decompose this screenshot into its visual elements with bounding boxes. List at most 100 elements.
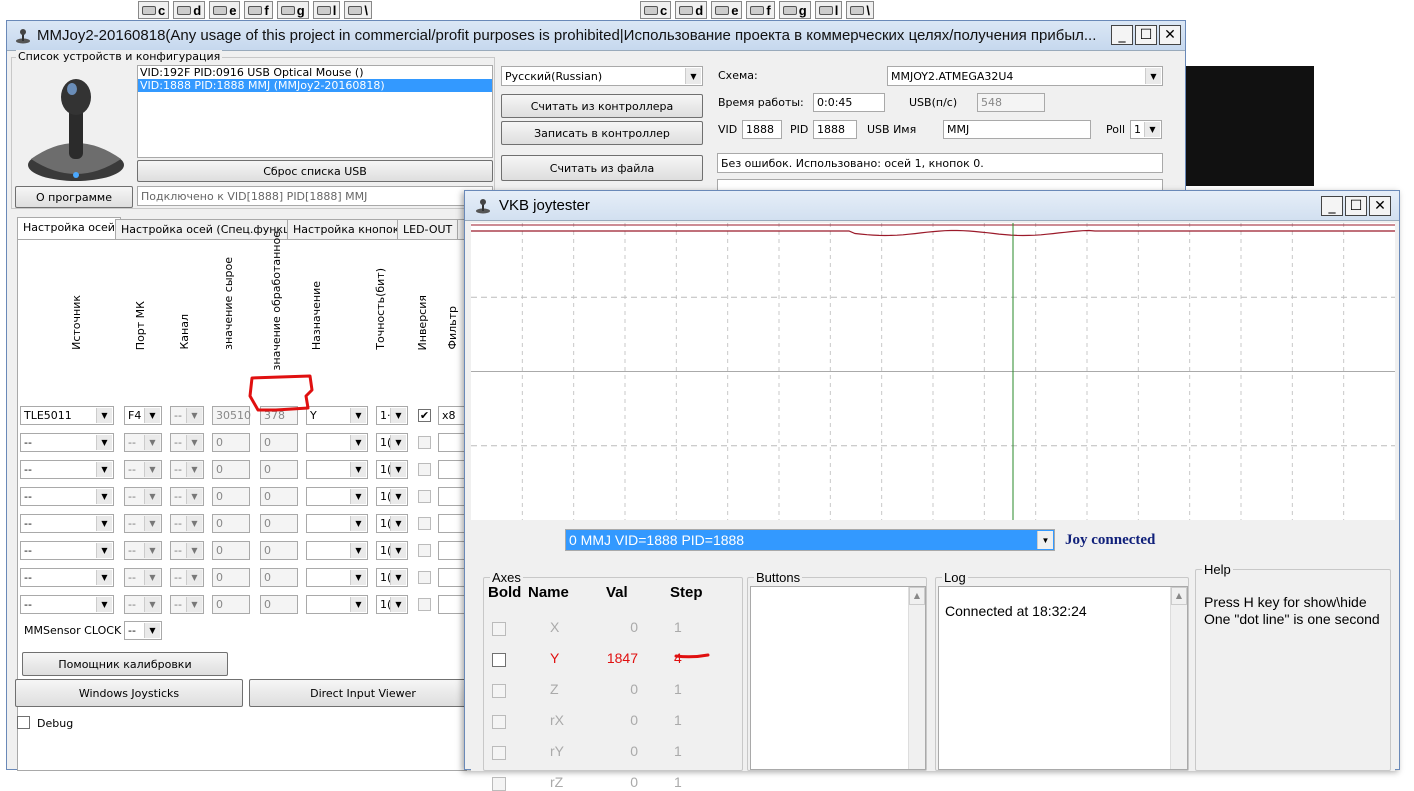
vid-field[interactable]: 1888 xyxy=(742,120,782,139)
tab-1[interactable]: Настройка осей (Спец.функции) xyxy=(115,219,316,239)
port-select[interactable]: -- ▼ xyxy=(124,514,162,533)
read-file-button[interactable]: Считать из файла xyxy=(501,155,703,181)
drive-button[interactable]: e xyxy=(711,1,743,19)
invert-checkbox[interactable] xyxy=(418,598,431,611)
source-select[interactable]: -- ▼ xyxy=(20,514,114,533)
mmsensor-select[interactable]: -- ▼ xyxy=(124,621,162,640)
drive-button[interactable]: f xyxy=(244,1,273,19)
source-select[interactable]: -- ▼ xyxy=(20,487,114,506)
port-select[interactable]: -- ▼ xyxy=(124,568,162,587)
drive-button[interactable]: e xyxy=(209,1,241,19)
poll-select[interactable]: 1 ▼ xyxy=(1130,120,1162,139)
source-select[interactable]: -- ▼ xyxy=(20,568,114,587)
read-controller-button[interactable]: Считать из контроллера xyxy=(501,94,703,118)
invert-checkbox[interactable] xyxy=(418,463,431,476)
tab-2[interactable]: Настройка кнопок xyxy=(287,219,406,239)
assign-select[interactable]: ▼ xyxy=(306,595,368,614)
drive-button[interactable]: \ xyxy=(344,1,372,19)
drive-button[interactable]: g xyxy=(276,1,309,19)
maximize-button[interactable]: ☐ xyxy=(1345,196,1367,216)
port-select[interactable]: -- ▼ xyxy=(124,433,162,452)
assign-select[interactable]: ▼ xyxy=(306,433,368,452)
scrollbar[interactable]: ▲ xyxy=(1170,587,1187,769)
bold-checkbox[interactable] xyxy=(492,684,506,698)
scheme-select[interactable]: MMJOY2.ATMEGA32U4 ▼ xyxy=(887,66,1163,86)
source-select[interactable]: -- ▼ xyxy=(20,595,114,614)
bold-checkbox[interactable] xyxy=(492,715,506,729)
port-select[interactable]: -- ▼ xyxy=(124,487,162,506)
direct-input-button[interactable]: Direct Input Viewer xyxy=(249,679,477,707)
tab-3[interactable]: LED-OUT xyxy=(397,219,459,239)
port-select[interactable]: F4 ▼ xyxy=(124,406,162,425)
assign-select[interactable]: ▼ xyxy=(306,514,368,533)
assign-select[interactable]: ▼ xyxy=(306,460,368,479)
invert-checkbox[interactable] xyxy=(418,436,431,449)
drive-button[interactable]: \ xyxy=(846,1,874,19)
scrollbar[interactable]: ▲ xyxy=(908,587,925,769)
source-select[interactable]: -- ▼ xyxy=(20,460,114,479)
close-button[interactable]: ✕ xyxy=(1159,25,1181,45)
channel-select[interactable]: -- ▼ xyxy=(170,406,204,425)
device-item[interactable]: VID:1888 PID:1888 MMJ (MMJoy2-20160818) xyxy=(138,79,492,92)
invert-checkbox[interactable] xyxy=(418,571,431,584)
channel-select[interactable]: -- ▼ xyxy=(170,433,204,452)
close-button[interactable]: ✕ xyxy=(1369,196,1391,216)
port-select[interactable]: -- ▼ xyxy=(124,541,162,560)
windows-joysticks-button[interactable]: Windows Joysticks xyxy=(15,679,243,707)
drive-button[interactable]: d xyxy=(173,1,206,19)
precision-select[interactable]: 1(▼ xyxy=(376,514,408,533)
debug-checkbox[interactable] xyxy=(17,716,30,729)
vkb-titlebar[interactable]: VKB joytester _ ☐ ✕ xyxy=(465,191,1399,221)
reset-usb-button[interactable]: Сброс списка USB xyxy=(137,160,493,182)
device-list[interactable]: VID:192F PID:0916 USB Optical Mouse () VI… xyxy=(137,65,493,158)
tab-0[interactable]: Настройка осей xyxy=(17,217,121,239)
drive-button[interactable]: l xyxy=(312,1,341,19)
drive-button[interactable]: f xyxy=(746,1,775,19)
precision-select[interactable]: 1(▼ xyxy=(376,433,408,452)
write-controller-button[interactable]: Записать в контроллер xyxy=(501,121,703,145)
device-select[interactable]: 0 MMJ VID=1888 PID=1888 ▼ xyxy=(565,529,1055,551)
minimize-button[interactable]: _ xyxy=(1321,196,1343,216)
mmjoy-titlebar[interactable]: MMJoy2-20160818(Any usage of this projec… xyxy=(7,21,1185,51)
source-select[interactable]: -- ▼ xyxy=(20,541,114,560)
invert-checkbox[interactable]: ✔ xyxy=(418,409,431,422)
port-select[interactable]: -- ▼ xyxy=(124,595,162,614)
drive-button[interactable]: g xyxy=(778,1,811,19)
drive-button[interactable]: d xyxy=(675,1,708,19)
assign-select[interactable]: ▼ xyxy=(306,541,368,560)
drive-button[interactable]: c xyxy=(138,1,170,19)
calibration-button[interactable]: Помощник калибровки xyxy=(22,652,228,676)
pid-field[interactable]: 1888 xyxy=(813,120,857,139)
channel-select[interactable]: -- ▼ xyxy=(170,541,204,560)
precision-select[interactable]: 1· ▼ xyxy=(376,406,408,425)
bold-checkbox[interactable] xyxy=(492,653,506,667)
device-item[interactable]: VID:192F PID:0916 USB Optical Mouse () xyxy=(138,66,492,79)
scroll-up-icon[interactable]: ▲ xyxy=(909,587,925,605)
about-button[interactable]: О программе xyxy=(15,186,133,208)
channel-select[interactable]: -- ▼ xyxy=(170,460,204,479)
source-select[interactable]: TLE5011 ▼ xyxy=(20,406,114,425)
language-select[interactable]: Русский(Russian) ▼ xyxy=(501,66,703,86)
usb-name-field[interactable]: MMJ xyxy=(943,120,1091,139)
channel-select[interactable]: -- ▼ xyxy=(170,487,204,506)
precision-select[interactable]: 1(▼ xyxy=(376,595,408,614)
precision-select[interactable]: 1(▼ xyxy=(376,568,408,587)
invert-checkbox[interactable] xyxy=(418,490,431,503)
bold-checkbox[interactable] xyxy=(492,746,506,760)
precision-select[interactable]: 1(▼ xyxy=(376,460,408,479)
bold-checkbox[interactable] xyxy=(492,622,506,636)
precision-select[interactable]: 1(▼ xyxy=(376,541,408,560)
minimize-button[interactable]: _ xyxy=(1111,25,1133,45)
buttons-list[interactable]: ▲ xyxy=(750,586,926,770)
channel-select[interactable]: -- ▼ xyxy=(170,568,204,587)
scroll-up-icon[interactable]: ▲ xyxy=(1171,587,1187,605)
drive-button[interactable]: c xyxy=(640,1,672,19)
source-select[interactable]: -- ▼ xyxy=(20,433,114,452)
drive-button[interactable]: l xyxy=(814,1,843,19)
log-box[interactable]: Connected at 18:32:24 ▲ xyxy=(938,586,1188,770)
invert-checkbox[interactable] xyxy=(418,517,431,530)
bold-checkbox[interactable] xyxy=(492,777,506,791)
assign-select[interactable]: ▼ xyxy=(306,568,368,587)
precision-select[interactable]: 1(▼ xyxy=(376,487,408,506)
assign-select[interactable]: ▼ xyxy=(306,487,368,506)
